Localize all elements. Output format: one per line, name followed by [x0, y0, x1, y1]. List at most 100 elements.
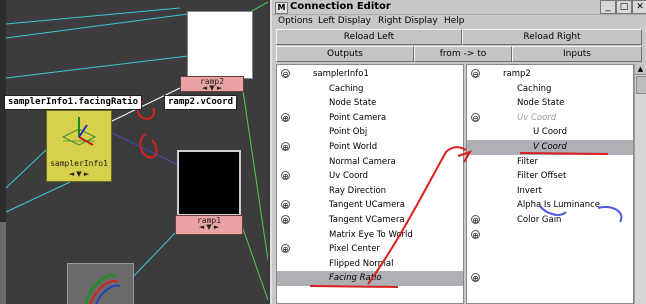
- window-title: Connection Editor: [290, 1, 391, 12]
- collapse-icon[interactable]: ⊖: [471, 69, 480, 79]
- menu-right-display[interactable]: Right Display: [378, 14, 438, 28]
- attribute-label: Node State: [517, 98, 565, 109]
- attribute-label: Facing Ratio: [329, 273, 382, 284]
- sampler-info-icon: [61, 117, 97, 146]
- attribute-row[interactable]: ⊖ samplerInfo1: [277, 67, 463, 82]
- attribute-label: samplerInfo1: [313, 69, 369, 79]
- app-menu-icon[interactable]: M: [275, 2, 288, 14]
- menu-bar: Options Left Display Right Display Help: [272, 14, 646, 28]
- attribute-label: Point Camera: [329, 112, 387, 123]
- attribute-label: Caching: [329, 83, 364, 94]
- empty-row[interactable]: ⊕: [467, 271, 633, 286]
- attribute-row[interactable]: ⊕ Tangent VCamera: [277, 213, 463, 228]
- close-button[interactable]: ✕: [632, 0, 646, 14]
- expand-icon[interactable]: ⊕: [281, 142, 290, 152]
- title-bar[interactable]: M Connection Editor _ □ ✕: [272, 0, 646, 15]
- expand-icon[interactable]: ⊕: [471, 229, 480, 240]
- source-attribute-tag: samplerInfo1.facingRatio: [4, 95, 143, 110]
- attribute-row[interactable]: ⊖ Uv Coord: [467, 111, 633, 126]
- ramp1-node-bar[interactable]: ramp1 ◄ ▼ ►: [175, 215, 243, 235]
- attribute-label: Uv Coord: [329, 171, 369, 182]
- expand-icon[interactable]: ⊕: [471, 215, 480, 225]
- attribute-row[interactable]: Normal Camera: [277, 155, 463, 170]
- attribute-row[interactable]: Filter: [467, 155, 633, 170]
- attribute-label: Filter Offset: [517, 171, 567, 182]
- connection-editor-window: M Connection Editor _ □ ✕ Options Left D…: [270, 0, 646, 304]
- expand-icon[interactable]: ⊕: [471, 273, 480, 283]
- ramp2-port-arrows[interactable]: ◄ ▼ ►: [181, 85, 243, 92]
- attribute-label: Tangent VCamera: [329, 215, 405, 225]
- attribute-label: V Coord: [533, 142, 567, 152]
- expand-icon[interactable]: ⊕: [281, 215, 290, 225]
- attribute-label: U Coord: [533, 127, 567, 138]
- outputs-list[interactable]: ⊖ samplerInfo1 Caching Node State ⊕ Point Cam…: [276, 64, 464, 304]
- attribute-row[interactable]: Caching: [467, 82, 633, 97]
- shape-thumbnail[interactable]: [67, 263, 134, 304]
- expand-icon[interactable]: ⊕: [281, 112, 290, 123]
- outputs-button[interactable]: Outputs: [276, 46, 414, 62]
- curve-thumbnail-icon: [84, 273, 121, 304]
- attribute-label: Matrix Eye To World: [329, 229, 413, 240]
- expand-icon[interactable]: ⊕: [281, 171, 290, 181]
- scroll-up-arrow-icon[interactable]: ▲: [635, 64, 646, 75]
- menu-options[interactable]: Options: [278, 14, 313, 28]
- attribute-label: Filter: [517, 156, 539, 167]
- attribute-row[interactable]: Caching: [277, 82, 463, 97]
- attribute-row[interactable]: ⊕ Uv Coord: [277, 169, 463, 184]
- menu-left-display[interactable]: Left Display: [318, 14, 371, 28]
- attribute-label: Normal Camera: [329, 156, 396, 167]
- collapse-icon[interactable]: ⊖: [281, 69, 290, 79]
- attribute-row[interactable]: Matrix Eye To World: [277, 228, 463, 243]
- empty-row[interactable]: [467, 257, 633, 272]
- attribute-label: Pixel Center: [329, 244, 380, 255]
- ramp2-node-bar[interactable]: ramp2 ◄ ▼ ►: [180, 76, 244, 92]
- destination-attribute-tag: ramp2.vCoord: [164, 95, 238, 110]
- attribute-row[interactable]: U Coord: [467, 125, 633, 140]
- attribute-row[interactable]: Flipped Normal: [277, 257, 463, 272]
- minimize-button[interactable]: _: [600, 0, 616, 14]
- attribute-row[interactable]: Invert: [467, 184, 633, 199]
- attribute-row[interactable]: Point Obj: [277, 125, 463, 140]
- attribute-label: Invert: [517, 185, 542, 196]
- attribute-label: Caching: [517, 83, 552, 94]
- attribute-row[interactable]: ⊕ Point World: [277, 140, 463, 155]
- maximize-button[interactable]: □: [616, 0, 632, 14]
- attribute-row[interactable]: ⊕ Color Gain: [467, 213, 633, 228]
- samplerinfo-port-arrows[interactable]: ◄ ▼ ►: [47, 170, 111, 178]
- attribute-label: Color Gain: [517, 215, 562, 225]
- attribute-row[interactable]: Alpha Is Luminance: [467, 198, 633, 213]
- reload-right-button[interactable]: Reload Right: [462, 29, 642, 45]
- inputs-scrollbar[interactable]: ▲: [634, 64, 646, 304]
- ramp1-swatch[interactable]: [177, 150, 241, 216]
- attribute-label: Alpha Is Luminance: [517, 200, 601, 211]
- attribute-row[interactable]: ⊕ Pixel Center: [277, 242, 463, 257]
- attribute-label: Ray Direction: [329, 185, 387, 196]
- ramp2-swatch[interactable]: [187, 11, 253, 79]
- expand-icon[interactable]: ⊕: [281, 200, 290, 210]
- menu-help[interactable]: Help: [444, 14, 465, 28]
- attribute-label: Flipped Normal: [329, 258, 394, 269]
- attribute-row[interactable]: ⊕ Point Camera: [277, 111, 463, 126]
- attribute-row[interactable]: Node State: [277, 96, 463, 111]
- empty-row[interactable]: ⊕: [467, 228, 633, 243]
- empty-row[interactable]: [467, 242, 633, 257]
- ramp1-port-arrows[interactable]: ◄ ▼ ►: [176, 224, 242, 231]
- inputs-button[interactable]: Inputs: [512, 46, 642, 62]
- direction-toggle-button[interactable]: from -> to: [414, 46, 512, 62]
- attribute-label: Uv Coord: [517, 112, 557, 123]
- collapse-icon[interactable]: ⊖: [471, 112, 480, 123]
- attribute-row[interactable]: ⊕ Tangent UCamera: [277, 198, 463, 213]
- scrollbar-thumb[interactable]: [636, 76, 646, 94]
- hypershade-graph[interactable]: ramp2 ◄ ▼ ► ramp1 ◄ ▼ ► samplerInfo1 ◄ ▼…: [0, 0, 268, 304]
- attribute-row[interactable]: Node State: [467, 96, 633, 111]
- samplerinfo-node[interactable]: samplerInfo1 ◄ ▼ ►: [46, 110, 112, 182]
- expand-icon[interactable]: ⊕: [281, 244, 290, 254]
- attribute-row[interactable]: Ray Direction: [277, 184, 463, 199]
- attribute-row[interactable]: V Coord: [467, 140, 633, 155]
- attribute-row[interactable]: Filter Offset: [467, 169, 633, 184]
- reload-left-button[interactable]: Reload Left: [276, 29, 462, 45]
- attribute-row[interactable]: Facing Ratio: [277, 271, 463, 286]
- attribute-label: Tangent UCamera: [329, 200, 406, 211]
- attribute-row[interactable]: ⊖ ramp2: [467, 67, 633, 82]
- inputs-list[interactable]: ⊖ ramp2 Caching Node State ⊖ Uv Coord U Coord V…: [466, 64, 634, 304]
